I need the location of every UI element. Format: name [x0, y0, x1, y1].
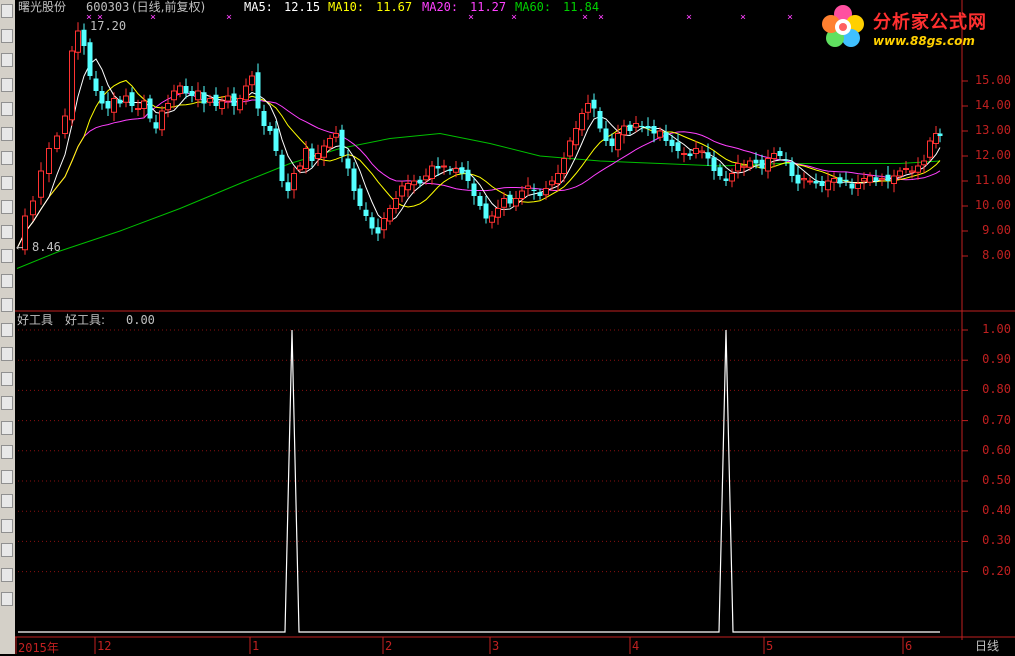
- indicator-value-label: 好工具:: [65, 313, 106, 327]
- price-tick-label: 10.00: [974, 198, 1011, 212]
- signal-x-icon: ×: [97, 12, 104, 23]
- period-button[interactable]: 日线: [975, 639, 999, 653]
- price-tick-label: 8.00: [982, 248, 1011, 262]
- signal-x-icon: ×: [740, 12, 747, 23]
- date-tick-label: 4: [632, 639, 640, 653]
- ma5-label: MA5:: [244, 0, 273, 14]
- date-tick-label: 1: [252, 639, 260, 653]
- price-tick-label: 11.00: [974, 173, 1011, 187]
- ma20-label: MA20:: [422, 0, 459, 14]
- ma10-value: 11.67: [376, 0, 413, 14]
- indicator-title[interactable]: 好工具: [17, 313, 53, 327]
- ma10-label: MA10:: [328, 0, 365, 14]
- indicator-tick-label: 1.00: [982, 322, 1011, 336]
- date-tick-label: 6: [905, 639, 913, 653]
- signal-x-icon: ×: [686, 12, 693, 23]
- price-tick-label: 9.00: [982, 223, 1011, 237]
- indicator-tick-label: 0.70: [982, 412, 1011, 427]
- candlestick: [597, 107, 603, 133]
- logo-title: 分析家公式网: [873, 12, 987, 33]
- signal-x-icon: ×: [598, 12, 605, 23]
- ma60-label: MA60:: [515, 0, 552, 14]
- candlestick: [69, 46, 75, 126]
- indicator-tick-label: 0.90: [982, 352, 1011, 367]
- price-tick-label: 13.00: [974, 123, 1011, 137]
- indicator-tick-label: 0.50: [982, 473, 1011, 487]
- stock-name: 曙光股份: [18, 0, 67, 14]
- stock-code: 600303: [86, 0, 130, 14]
- candlestick: [567, 137, 573, 160]
- chart-mode: (日线,前复权): [132, 0, 206, 14]
- candlestick: [87, 38, 93, 80]
- date-tick-label: 3: [492, 639, 500, 653]
- indicator-tick-label: 0.60: [982, 442, 1011, 457]
- indicator-tick-label: 0.20: [982, 563, 1011, 578]
- site-logo: 分析家公式网 www.88gs.com: [815, 2, 1013, 52]
- low-price-marker: 8.46: [32, 240, 61, 254]
- date-tick-label: 2: [385, 639, 393, 653]
- date-tick-label: 12: [97, 639, 112, 653]
- signal-x-icon: ×: [511, 12, 518, 23]
- signal-x-icon: ×: [468, 12, 475, 23]
- candlestick: [147, 94, 153, 123]
- date-tick-label: 2015年: [18, 641, 59, 655]
- chart-canvas[interactable]: [0, 0, 1015, 654]
- signal-x-icon: ×: [582, 12, 589, 23]
- signal-x-icon: ×: [226, 12, 233, 23]
- indicator-tick-label: 0.40: [982, 503, 1011, 518]
- indicator-value: 0.00: [126, 313, 155, 327]
- indicator-tick-label: 0.80: [982, 382, 1011, 397]
- price-tick-label: 14.00: [974, 98, 1011, 112]
- candlestick: [927, 137, 933, 161]
- signal-x-icon: ×: [787, 12, 794, 23]
- indicator-tick-label: 0.30: [982, 533, 1011, 548]
- signal-x-icon: ×: [150, 12, 157, 23]
- price-tick-label: 12.00: [974, 148, 1011, 162]
- logo-url: www.88gs.com: [873, 34, 975, 48]
- ma20-value: 11.27: [470, 0, 507, 14]
- price-tick-label: 15.00: [974, 73, 1011, 87]
- flower-logo-icon: [822, 5, 864, 47]
- date-tick-label: 5: [766, 639, 774, 653]
- low-arrow-icon: ←: [16, 240, 24, 254]
- candlestick: [357, 184, 363, 210]
- signal-x-icon: ×: [86, 12, 93, 23]
- chart-background: [15, 0, 1015, 654]
- ma5-value: 12.15: [284, 0, 321, 14]
- high-price-marker: 17.20: [90, 19, 127, 33]
